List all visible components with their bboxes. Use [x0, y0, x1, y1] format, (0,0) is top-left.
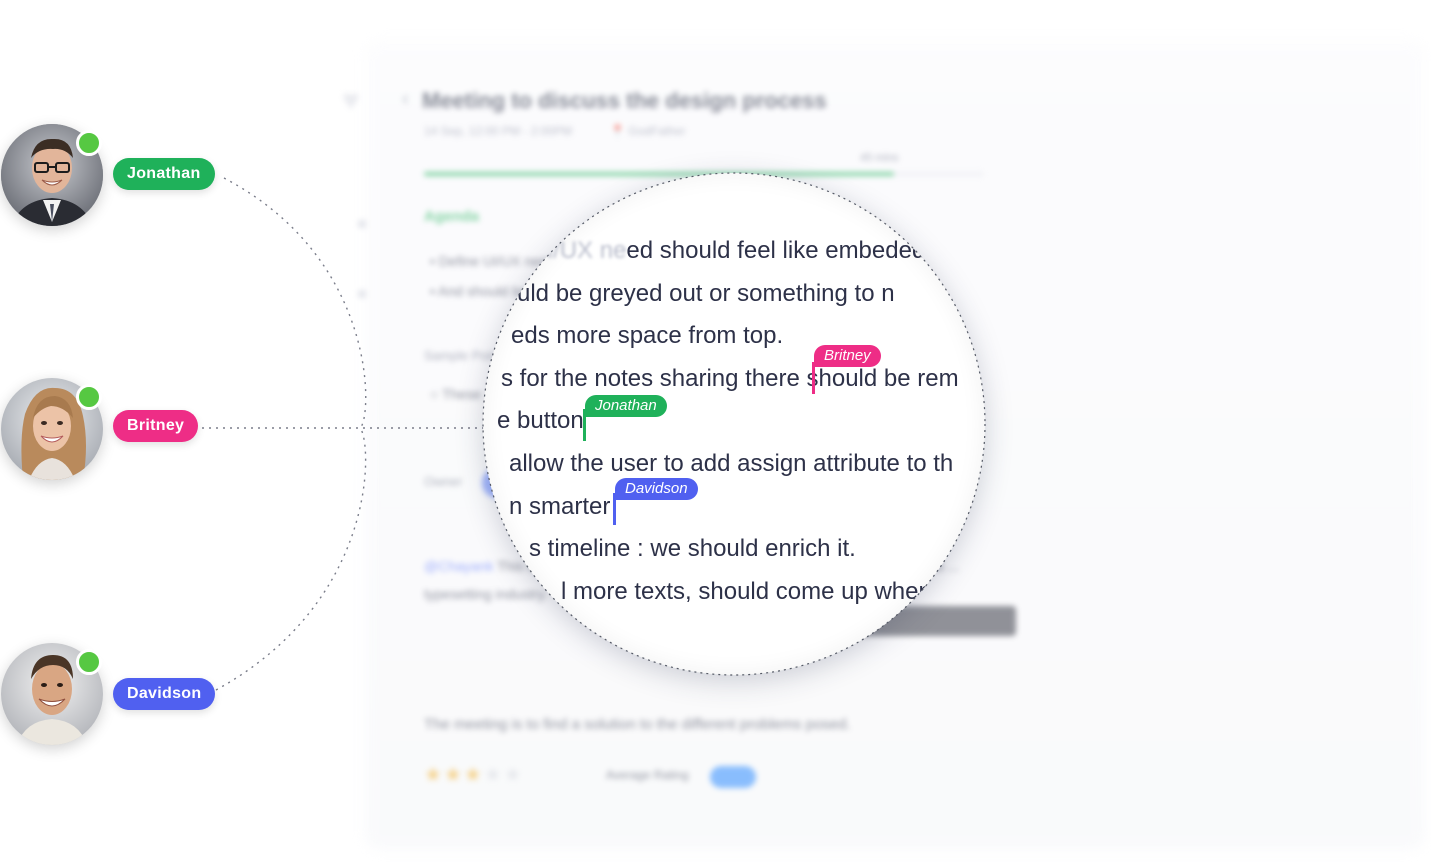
connector-line-jonathan [223, 177, 367, 429]
online-status-dot [76, 649, 102, 675]
collaborator-name-tag[interactable]: Davidson [113, 678, 216, 710]
collaborator-name-tag[interactable]: Jonathan [113, 158, 215, 190]
online-status-dot [76, 130, 102, 156]
online-status-dot [76, 384, 102, 410]
connector-line-davidson [215, 427, 367, 691]
magnifier-dotted-ring [482, 172, 986, 676]
collaborator-name-tag[interactable]: Britney [113, 410, 199, 442]
